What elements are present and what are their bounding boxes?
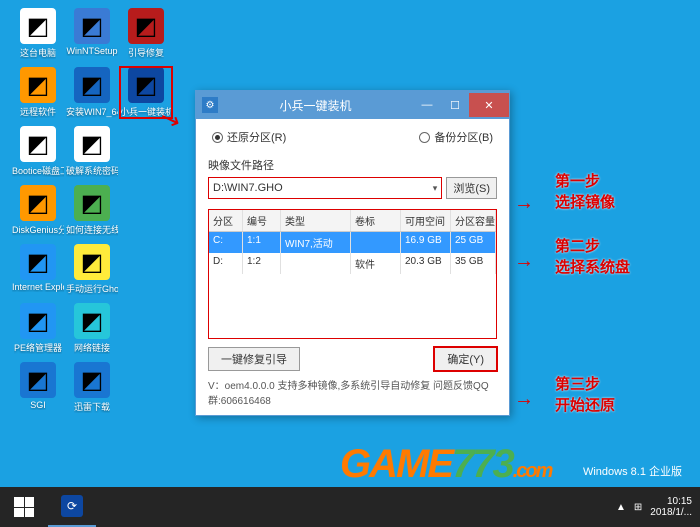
icon-label: PE络管理器 — [14, 341, 62, 354]
browse-button[interactable]: 浏览(S) — [446, 177, 497, 199]
column-header[interactable]: 可用空间 — [401, 210, 451, 231]
arrow-step1: → — [514, 192, 534, 215]
crack-password-icon: ◩ — [74, 126, 110, 162]
arrow-step2: → — [514, 250, 534, 273]
desktop-icon-win-nt-setup[interactable]: ◩ WinNTSetup — [66, 8, 118, 59]
tray-icon[interactable]: ▲ — [616, 502, 626, 513]
icon-label: 迅雷下载 — [74, 400, 110, 413]
install-win7-icon: ◩ — [74, 67, 110, 103]
network-conn-icon: ◩ — [74, 303, 110, 339]
desktop-icon-xunlei[interactable]: ◩ 迅雷下载 — [66, 362, 118, 413]
desktop-icon-bootice[interactable]: ◩ Bootice磁盘工具 — [12, 126, 64, 177]
desktop-icon-ghost-manual[interactable]: ◩ 手动运行Ghost — [66, 244, 118, 295]
annotation-step3: 第三步 开始还原 — [555, 373, 615, 415]
icon-label: Internet Explorer — [12, 282, 64, 292]
desktop-icon-diskgenius[interactable]: ◩ DiskGenius分区工具 — [12, 185, 64, 236]
icon-label: 远程软件 — [20, 105, 56, 118]
desktop-icon-wifi-help[interactable]: ◩ 如何连接无线网络 — [66, 185, 118, 236]
desktop-icon-crack-password[interactable]: ◩ 破解系统密码 — [66, 126, 118, 177]
column-header[interactable]: 编号 — [243, 210, 281, 231]
partition-table: 分区编号类型卷标可用空间分区容量 C:1:1WIN7,活动16.9 GB25 G… — [208, 209, 497, 339]
system-tray[interactable]: ▲ ⊞ 10:15 2018/1/... — [616, 496, 700, 518]
ghost-manual-icon: ◩ — [74, 244, 110, 280]
image-path-input[interactable]: D:\WIN7.GHO ▾ — [208, 177, 442, 199]
os-watermark: Windows 8.1 企业版 — [583, 463, 682, 479]
icon-label: Bootice磁盘工具 — [12, 164, 64, 177]
titlebar[interactable]: ⚙ 小兵一键装机 — ☐ ✕ — [196, 91, 509, 119]
repair-boot-button[interactable]: 一键修复引导 — [208, 347, 300, 371]
annotation-step2: 第二步 选择系统盘 — [555, 235, 630, 277]
start-button[interactable] — [0, 487, 48, 527]
backup-partition-radio[interactable]: 备份分区(B) — [419, 129, 493, 145]
icon-label: 网络链接 — [74, 341, 110, 354]
internet-explorer-icon: ◩ — [20, 244, 56, 280]
sgi-icon: ◩ — [20, 362, 56, 398]
icon-label: 如何连接无线网络 — [66, 223, 118, 236]
desktop-icon-internet-explorer[interactable]: ◩ Internet Explorer — [12, 244, 64, 295]
image-path-label: 映像文件路径 — [208, 157, 497, 173]
dialog-title: 小兵一键装机 — [218, 97, 413, 114]
minimize-button[interactable]: — — [413, 93, 441, 117]
desktop-icon-sgi[interactable]: ◩ SGI — [12, 362, 64, 413]
column-header[interactable]: 卷标 — [351, 210, 401, 231]
wifi-help-icon: ◩ — [74, 185, 110, 221]
maximize-button[interactable]: ☐ — [441, 93, 469, 117]
table-row[interactable]: D:1:2软件20.3 GB35 GB — [209, 253, 496, 274]
icon-label: 这台电脑 — [20, 46, 56, 59]
desktop-icon-install-win7[interactable]: ◩ 安装WIN7_64... — [66, 67, 118, 118]
column-header[interactable]: 分区 — [209, 210, 243, 231]
chevron-down-icon: ▾ — [433, 183, 438, 194]
annotation-step1: 第一步 选择镜像 — [555, 170, 615, 212]
icon-label: DiskGenius分区工具 — [12, 223, 64, 236]
desktop-icon-remote-software[interactable]: ◩ 远程软件 — [12, 67, 64, 118]
tray-icon[interactable]: ⊞ — [634, 502, 642, 513]
remote-software-icon: ◩ — [20, 67, 56, 103]
site-watermark: GAME773.com — [340, 442, 551, 487]
app-icon: ⚙ — [202, 97, 218, 113]
xunlei-icon: ◩ — [74, 362, 110, 398]
icon-label: WinNTSetup — [66, 46, 117, 56]
win-nt-setup-icon: ◩ — [74, 8, 110, 44]
close-button[interactable]: ✕ — [469, 93, 509, 117]
xiaobing-installer-icon: ◩ — [128, 67, 164, 103]
desktop-icon-boot-repair[interactable]: ◩ 引导修复 — [120, 8, 172, 59]
icon-label: 破解系统密码 — [66, 164, 118, 177]
restore-partition-radio[interactable]: 还原分区(R) — [212, 129, 286, 145]
desktop-icon-network-conn[interactable]: ◩ 网络链接 — [66, 303, 118, 354]
table-row[interactable]: C:1:1WIN7,活动16.9 GB25 GB — [209, 232, 496, 253]
ok-button[interactable]: 确定(Y) — [434, 347, 497, 371]
icon-label: 引导修复 — [128, 46, 164, 59]
icon-label: 手动运行Ghost — [66, 282, 118, 295]
diskgenius-icon: ◩ — [20, 185, 56, 221]
boot-repair-icon: ◩ — [128, 8, 164, 44]
pe-network-icon: ◩ — [20, 303, 56, 339]
icon-label: SGI — [30, 400, 46, 410]
windows-logo-icon — [14, 497, 34, 517]
icon-label: 安装WIN7_64... — [66, 105, 118, 118]
installer-dialog: ⚙ 小兵一键装机 — ☐ ✕ 还原分区(R) 备份分区(B) 映像文件路径 D:… — [195, 90, 510, 416]
radio-icon — [212, 132, 223, 143]
taskbar-app-installer[interactable]: ⟳ — [48, 487, 96, 527]
desktop-icon-pe-network[interactable]: ◩ PE络管理器 — [12, 303, 64, 354]
dialog-footer: V：oem4.0.0.0 支持多种镜像,多系统引导自动修复 问题反馈QQ群:60… — [208, 377, 497, 407]
arrow-step3: → — [514, 388, 534, 411]
this-pc-icon: ◩ — [20, 8, 56, 44]
desktop-icon-this-pc[interactable]: ◩ 这台电脑 — [12, 8, 64, 59]
column-header[interactable]: 分区容量 — [451, 210, 496, 231]
bootice-icon: ◩ — [20, 126, 56, 162]
column-header[interactable]: 类型 — [281, 210, 351, 231]
taskbar: ⟳ ▲ ⊞ 10:15 2018/1/... — [0, 487, 700, 527]
radio-icon — [419, 132, 430, 143]
